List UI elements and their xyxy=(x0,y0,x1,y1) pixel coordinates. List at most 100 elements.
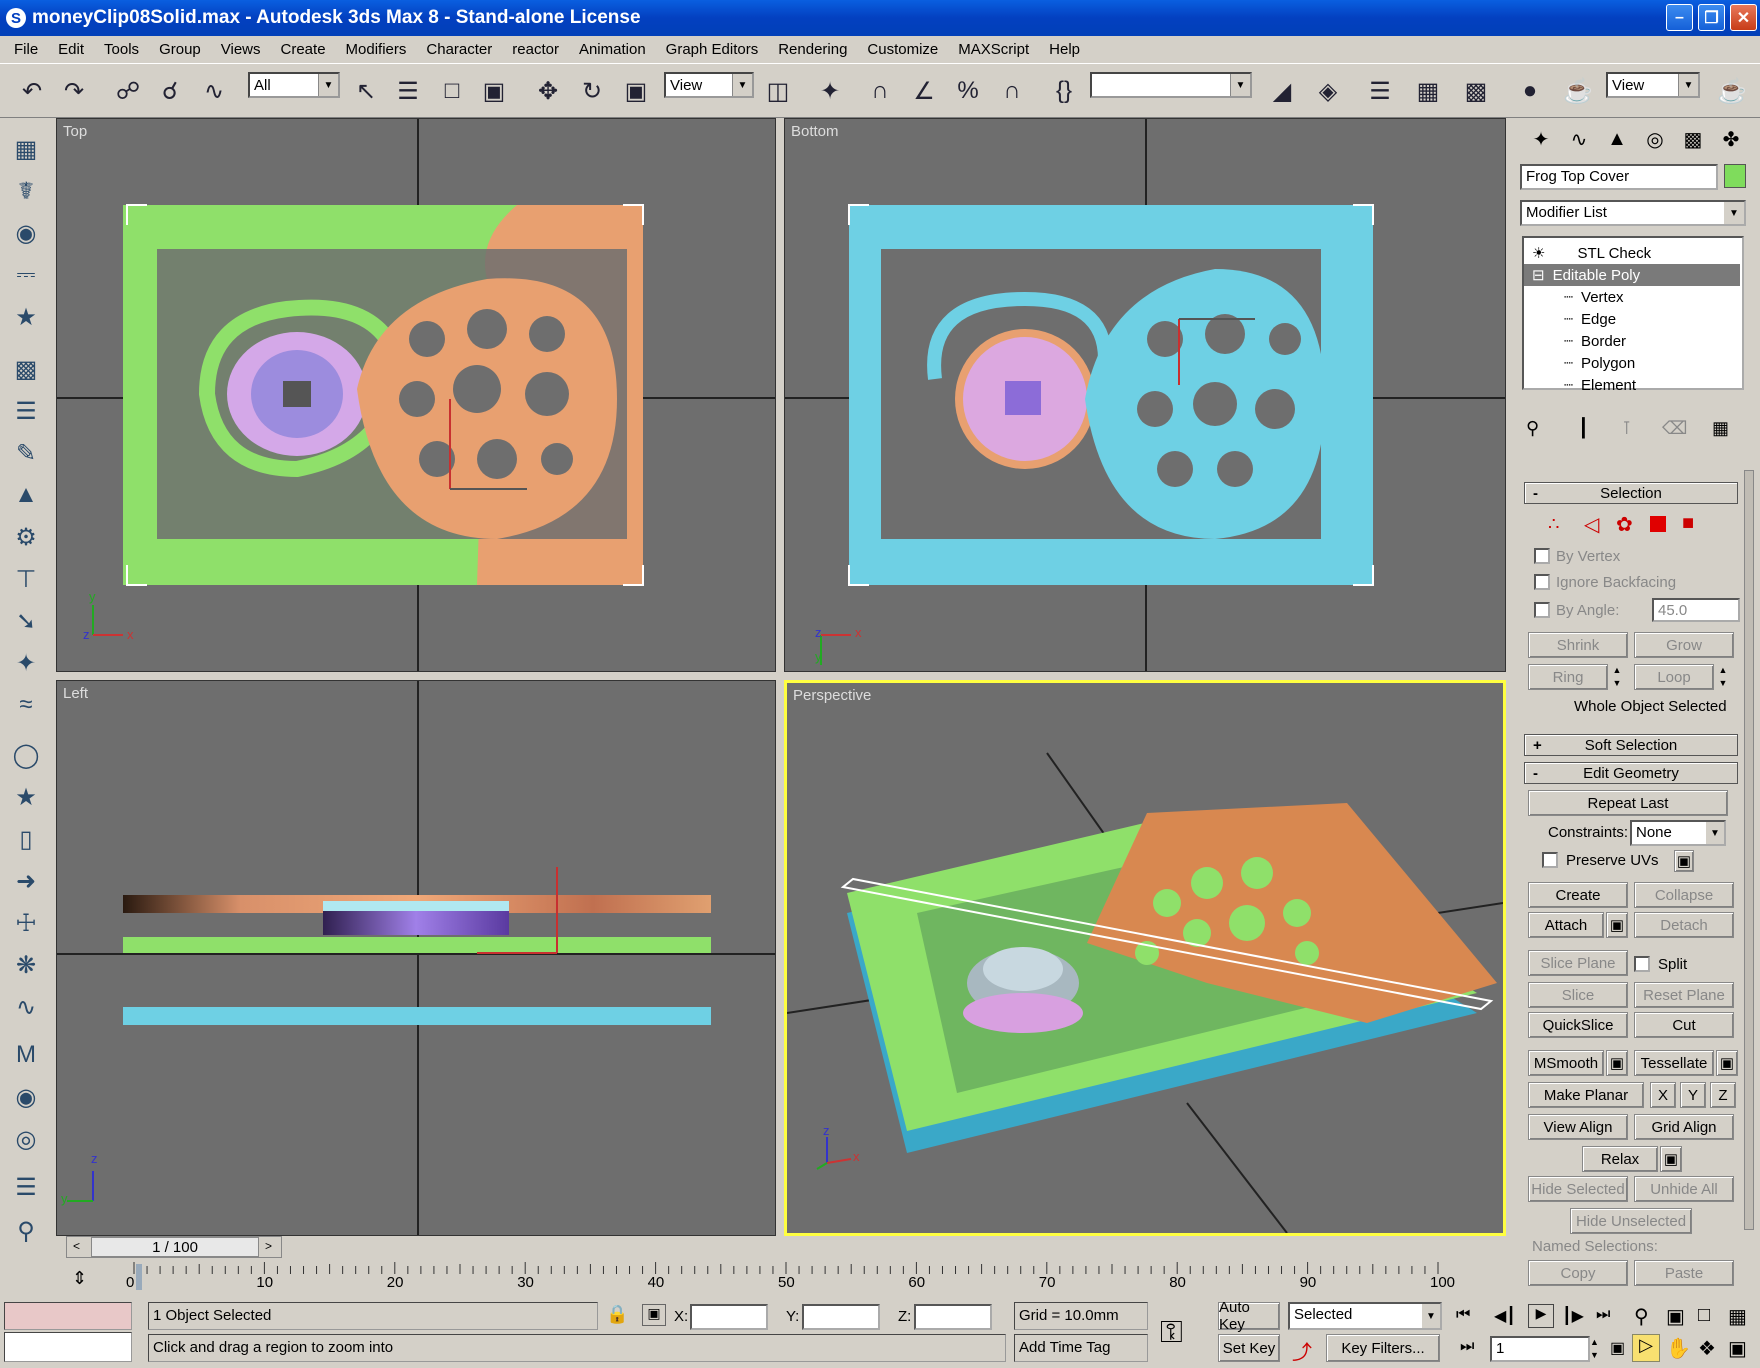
twist-icon[interactable]: ✦ xyxy=(6,644,46,682)
cut-button[interactable]: Cut xyxy=(1634,1012,1734,1038)
modifier-list-dropdown[interactable]: Modifier List ▼ xyxy=(1520,200,1746,226)
play-icon[interactable]: ▶ xyxy=(1528,1304,1554,1328)
undo-icon[interactable]: ↶ xyxy=(14,73,50,109)
viewport-label-left[interactable]: Left xyxy=(63,685,88,702)
ignore-backfacing-checkbox[interactable] xyxy=(1534,574,1550,590)
viewport-bottom[interactable]: Bottom z x y xyxy=(784,118,1506,672)
attach-list-button[interactable]: ▣ xyxy=(1606,912,1628,938)
soft-selection-rollout-header[interactable]: + Soft Selection xyxy=(1524,734,1738,756)
cylinder-icon[interactable]: ☰ xyxy=(6,392,46,430)
polygon-mode-icon[interactable] xyxy=(1650,516,1666,532)
selection-lock-icon[interactable]: 🔒 xyxy=(606,1304,628,1325)
command-panel-scrollbar[interactable] xyxy=(1744,470,1754,1230)
menu-views[interactable]: Views xyxy=(211,41,271,58)
frame-spinner-icon[interactable]: ▲ ▼ xyxy=(1590,1336,1602,1362)
current-frame-input[interactable]: 1 xyxy=(1490,1336,1590,1362)
angle-snap-icon[interactable]: ∠ xyxy=(906,73,942,109)
current-frame-marker[interactable] xyxy=(136,1264,142,1290)
x-coordinate-input[interactable] xyxy=(690,1304,768,1330)
view-align-button[interactable]: View Align xyxy=(1528,1114,1628,1140)
skin-icon[interactable]: ▯ xyxy=(6,820,46,858)
hierarchy-tab-icon[interactable]: ▲ xyxy=(1600,122,1634,156)
show-end-result-icon[interactable]: ┃ xyxy=(1578,418,1589,439)
hide-selected-button[interactable]: Hide Selected xyxy=(1528,1176,1628,1202)
pin-stack-icon[interactable]: ⚲ xyxy=(1526,418,1539,439)
sweep-icon[interactable]: ▲ xyxy=(6,476,46,514)
select-by-name-icon[interactable]: ☰ xyxy=(390,73,426,109)
create-button[interactable]: Create xyxy=(1528,882,1628,908)
star-icon[interactable]: ★ xyxy=(6,298,46,336)
lathe-icon[interactable]: ⊤ xyxy=(6,560,46,598)
sphere-icon[interactable]: ◉ xyxy=(6,214,46,252)
lightbulb-icon[interactable]: ☀ xyxy=(1532,244,1545,262)
vertex-mode-icon[interactable]: ∴ xyxy=(1548,514,1559,535)
next-frame-icon[interactable]: ┃▶ xyxy=(1562,1306,1584,1326)
menu-rendering[interactable]: Rendering xyxy=(768,41,857,58)
bind-space-warp-icon[interactable]: ∿ xyxy=(196,73,232,109)
collapse-tree-icon[interactable]: ⊟ xyxy=(1532,266,1545,284)
collapse-button[interactable]: Collapse xyxy=(1634,882,1734,908)
modifiers-icon[interactable]: ☤ xyxy=(6,172,46,210)
object-color-swatch[interactable] xyxy=(1724,164,1746,188)
biped-icon[interactable]: ◯ xyxy=(6,736,46,774)
remove-modifier-icon[interactable]: ⌫ xyxy=(1662,418,1687,439)
schematic-view-icon[interactable]: ▩ xyxy=(1458,73,1494,109)
unhide-all-button[interactable]: Unhide All xyxy=(1634,1176,1734,1202)
angle-threshold-input[interactable]: 45.0 xyxy=(1652,598,1740,622)
material-m-icon[interactable]: M xyxy=(6,1036,46,1074)
y-coordinate-input[interactable] xyxy=(802,1304,880,1330)
viewport-label-bottom[interactable]: Bottom xyxy=(791,123,839,140)
loop-spinner-icon[interactable]: ▲ ▼ xyxy=(1716,664,1730,690)
redo-icon[interactable]: ↷ xyxy=(56,73,92,109)
create-tab-icon[interactable]: ✦ xyxy=(1524,122,1558,156)
close-button[interactable]: ✕ xyxy=(1730,4,1757,31)
menu-modifiers[interactable]: Modifiers xyxy=(336,41,417,58)
go-to-start-icon[interactable]: ⏮ xyxy=(1456,1306,1470,1324)
set-key-mode-icon[interactable]: ⚿ xyxy=(1160,1316,1183,1350)
menu-edit[interactable]: Edit xyxy=(48,41,94,58)
plane-icon[interactable]: ▩ xyxy=(6,350,46,388)
track-bar-toggle-icon[interactable]: ⇕ xyxy=(72,1268,87,1289)
align-icon[interactable]: ◈ xyxy=(1310,73,1346,109)
bend-icon[interactable]: ➘ xyxy=(6,602,46,640)
maxscript-listener-icon[interactable]: ☰ xyxy=(6,1168,46,1206)
make-planar-button[interactable]: Make Planar xyxy=(1528,1082,1644,1108)
object-name-field[interactable]: Frog Top Cover xyxy=(1520,164,1718,190)
menu-customize[interactable]: Customize xyxy=(857,41,948,58)
zoom-all-icon[interactable]: ▣ xyxy=(1666,1304,1685,1329)
prev-frame-icon[interactable]: < xyxy=(73,1239,80,1253)
menu-file[interactable]: File xyxy=(4,41,48,58)
maximize-button[interactable]: ❐ xyxy=(1698,4,1725,31)
ik-icon[interactable]: ➜ xyxy=(6,862,46,900)
by-vertex-checkbox[interactable] xyxy=(1534,548,1550,564)
auto-key-button[interactable]: Auto Key xyxy=(1218,1299,1280,1333)
relax-button[interactable]: Relax xyxy=(1582,1146,1658,1172)
modify-tab-icon[interactable]: ∿ xyxy=(1562,122,1596,156)
menu-character[interactable]: Character xyxy=(416,41,502,58)
key-mode-toggle-icon[interactable]: ⏭ xyxy=(1460,1338,1474,1356)
select-and-link-icon[interactable]: ☍ xyxy=(110,73,146,109)
set-key-button[interactable]: Set Key xyxy=(1218,1334,1280,1362)
menu-graph-editors[interactable]: Graph Editors xyxy=(656,41,769,58)
stack-item[interactable]: ☀ STL Check xyxy=(1524,242,1740,264)
spinner-snap-icon[interactable]: ∩ xyxy=(994,73,1030,109)
zoom-extents-all-icon[interactable]: ▦ xyxy=(1728,1304,1747,1329)
zoom-icon[interactable]: ⚲ xyxy=(1634,1304,1649,1329)
absolute-mode-icon[interactable]: ▣ xyxy=(642,1304,666,1326)
field-of-view-icon[interactable]: ▷ xyxy=(1632,1334,1660,1362)
ring-button[interactable]: Ring xyxy=(1528,664,1608,690)
stack-item[interactable]: ┈ Element xyxy=(1524,374,1740,396)
time-configuration-icon[interactable]: ▣ xyxy=(1610,1338,1625,1358)
time-slider-thumb[interactable]: 1 / 100 xyxy=(91,1237,259,1257)
viewport-label-top[interactable]: Top xyxy=(63,123,87,140)
wave-icon[interactable]: ≈ xyxy=(6,686,46,724)
reference-coordinate-dropdown[interactable]: View ▼ xyxy=(664,72,754,98)
pan-hand-icon[interactable]: ✋ xyxy=(1666,1336,1691,1361)
split-checkbox[interactable] xyxy=(1634,956,1650,972)
edge-mode-icon[interactable]: ◁ xyxy=(1584,512,1599,537)
attach-button[interactable]: Attach xyxy=(1528,912,1604,938)
stack-item[interactable]: ⊟ Editable Poly xyxy=(1524,264,1740,286)
menu-tools[interactable]: Tools xyxy=(94,41,149,58)
key-filters-button[interactable]: Key Filters... xyxy=(1326,1334,1440,1362)
track-bar[interactable]: 0 10 20 30 40 50 60 70 80 90 100 xyxy=(126,1262,1512,1298)
